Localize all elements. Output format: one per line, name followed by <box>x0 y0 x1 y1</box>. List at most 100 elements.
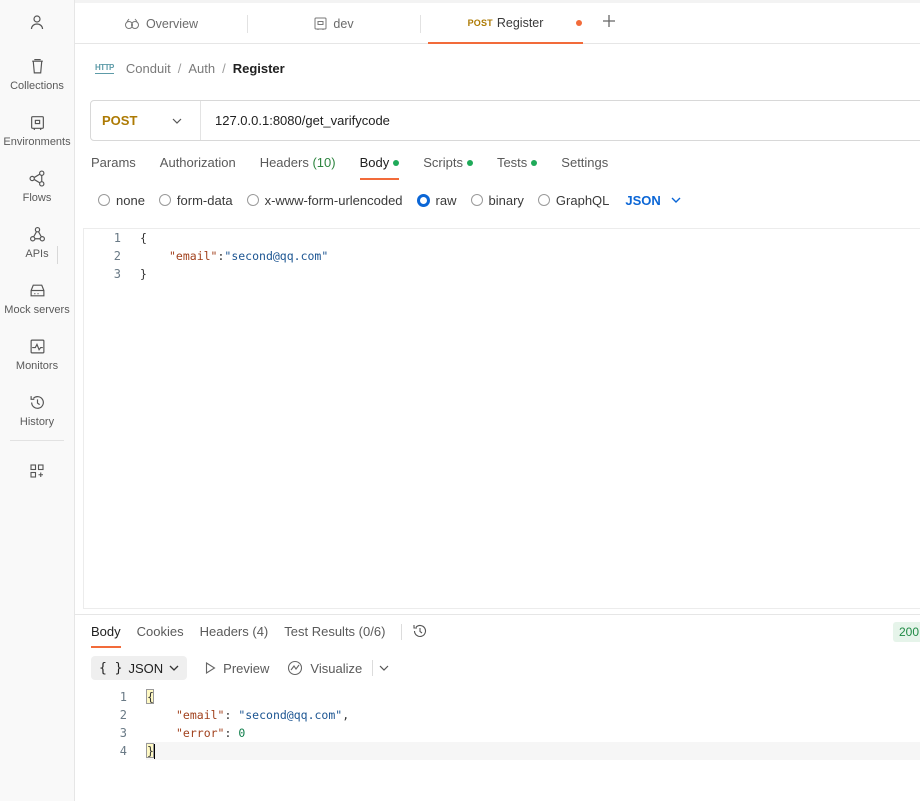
current-line-highlight <box>146 742 920 760</box>
json-key: "email" <box>169 249 218 263</box>
code-text: { <box>147 690 154 704</box>
breadcrumb-separator: / <box>222 60 226 76</box>
tab-cookies[interactable]: Cookies <box>137 623 184 648</box>
radio-circle <box>98 194 110 206</box>
tests-indicator-dot <box>531 159 538 166</box>
sidebar-item-label: Mock servers <box>4 304 70 316</box>
environment-icon <box>30 116 44 130</box>
tab-overview[interactable]: Overview <box>75 3 247 44</box>
visualize-label: Visualize <box>310 660 363 676</box>
visualize-options-button[interactable] <box>379 665 389 671</box>
tab-label: Body <box>359 155 390 170</box>
url-input[interactable] <box>201 101 920 140</box>
sidebar-item-label: APIs <box>25 248 49 260</box>
line-number: 1 <box>119 690 127 704</box>
text-caret <box>154 744 155 759</box>
tab-response-headers[interactable]: Headers (4) <box>200 623 269 648</box>
json-comma: , <box>342 708 350 722</box>
status-code-badge[interactable]: 200 <box>893 622 920 642</box>
headers-count: (10) <box>312 155 336 170</box>
code-line: 2 "email": "second@qq.com", <box>89 706 349 724</box>
sidebar-item-label: Monitors <box>15 360 59 372</box>
tab-label: Body <box>91 624 121 639</box>
history-icon <box>413 624 427 637</box>
tab-response-body[interactable]: Body <box>91 623 121 648</box>
visualize-button[interactable]: Visualize <box>287 660 362 676</box>
radio-circle <box>158 194 171 206</box>
breadcrumb: HTTP Conduit / Auth / Register <box>95 58 285 78</box>
method-select[interactable]: POST <box>91 101 201 140</box>
body-language-select[interactable]: JSON <box>625 193 681 208</box>
tab-tests[interactable]: Tests <box>497 154 538 180</box>
line-number: 1 <box>113 231 121 245</box>
radio-label: GraphQL <box>555 192 610 208</box>
radio-binary[interactable]: binary <box>470 193 524 208</box>
sidebar-item-mock-servers[interactable]: Mock servers <box>0 280 74 332</box>
overview-icon <box>124 18 140 30</box>
tab-label: Overview <box>145 16 199 31</box>
play-icon <box>206 662 216 674</box>
scripts-indicator-dot <box>466 159 473 166</box>
unsaved-changes-dot <box>576 19 582 26</box>
request-name[interactable]: Register <box>233 61 285 76</box>
sidebar-item-monitors[interactable]: Monitors <box>0 336 74 388</box>
indent-guide <box>57 246 58 264</box>
history-icon <box>30 396 44 409</box>
pane-splitter[interactable] <box>75 614 920 615</box>
tab-authorization[interactable]: Authorization <box>160 154 236 180</box>
configure-workbench-button[interactable] <box>0 460 74 482</box>
json-string: "second@qq.com" <box>224 249 329 263</box>
tab-headers[interactable]: Headers (10) <box>260 154 336 180</box>
radio-raw[interactable]: raw <box>416 193 457 208</box>
code-line: 2 "email":"second@qq.com" <box>83 247 329 265</box>
tab-params[interactable]: Params <box>91 154 136 180</box>
tab-label: Headers (4) <box>199 624 269 639</box>
sidebar-item-environments[interactable]: Environments <box>0 112 74 164</box>
response-format-select[interactable]: { } JSON <box>91 656 188 680</box>
request-tabs: Params Authorization Headers (10) Body S… <box>91 154 632 180</box>
sidebar-item-apis[interactable]: APIs <box>0 224 74 276</box>
tab-settings[interactable]: Settings <box>561 154 608 180</box>
body-type-selector: none form-data x-www-form-urlencoded raw… <box>98 191 681 209</box>
tab-test-results[interactable]: Test Results (0/6) <box>284 623 385 648</box>
body-indicator-dot <box>393 159 400 166</box>
tab-body[interactable]: Body <box>359 154 400 180</box>
code-line: 4 } <box>89 742 154 760</box>
sidebar-divider <box>10 440 64 441</box>
line-number: 2 <box>119 708 127 722</box>
divider <box>401 624 403 640</box>
sidebar-item-history[interactable]: History <box>0 392 74 444</box>
tab-scripts[interactable]: Scripts <box>423 154 473 180</box>
tab-method-badge: POST <box>467 17 493 28</box>
chevron-down-icon <box>169 665 179 671</box>
chevron-down-icon <box>172 118 182 124</box>
flows-icon <box>28 170 44 187</box>
tab-dev[interactable]: dev <box>248 3 420 44</box>
preview-label: Preview <box>223 660 270 676</box>
line-number: 3 <box>119 726 127 740</box>
user-icon <box>30 15 44 30</box>
method-value: POST <box>102 113 138 128</box>
http-request-icon: HTTP <box>95 62 114 74</box>
tab-register[interactable]: POST Register <box>428 3 583 44</box>
response-history-button[interactable] <box>412 623 428 642</box>
response-tabs: Body Cookies Headers (4) Test Results (0… <box>91 623 428 649</box>
sidebar-item-flows[interactable]: Flows <box>0 168 74 220</box>
radio-none[interactable]: none <box>98 193 145 208</box>
format-value: JSON <box>128 660 164 676</box>
tab-label: Headers <box>259 155 309 170</box>
line-number: 3 <box>113 267 121 281</box>
radio-urlencoded[interactable]: x-www-form-urlencoded <box>246 192 403 208</box>
new-tab-button[interactable] <box>602 12 616 32</box>
tab-label: dev <box>333 16 354 31</box>
radio-graphql[interactable]: GraphQL <box>537 192 610 208</box>
account-button[interactable] <box>0 0 74 44</box>
radio-form-data[interactable]: form-data <box>158 193 233 208</box>
request-body-editor[interactable] <box>83 228 920 609</box>
breadcrumb-folder[interactable]: Auth <box>188 61 215 76</box>
sidebar-item-collections[interactable]: Collections <box>0 56 74 108</box>
breadcrumb-collection[interactable]: Conduit <box>126 61 171 76</box>
preview-button[interactable]: Preview <box>205 661 269 676</box>
code-line: 3 } <box>83 265 147 283</box>
radio-label: x-www-form-urlencoded <box>264 192 403 208</box>
